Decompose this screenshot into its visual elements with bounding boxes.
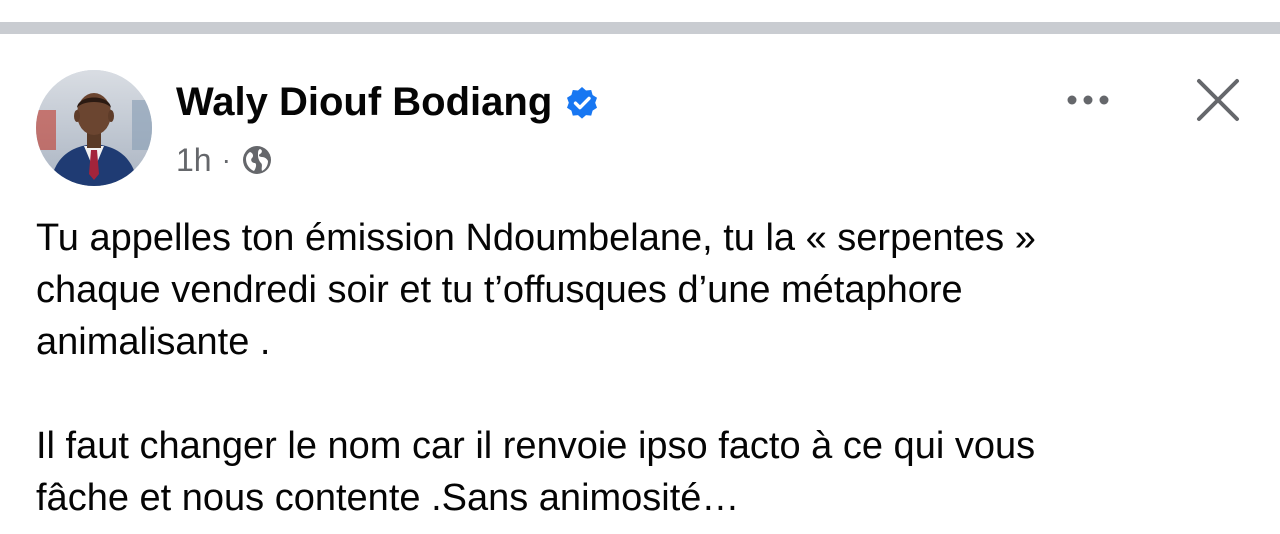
- feed-divider: [0, 22, 1280, 34]
- globe-icon[interactable]: [241, 144, 273, 176]
- author-name-text: Waly Diouf Bodiang: [176, 80, 553, 124]
- post-meta: 1h ·: [176, 140, 273, 180]
- post-body: Tu appelles ton émission Ndoumbelane, tu…: [36, 212, 1246, 524]
- avatar-image: [36, 70, 152, 186]
- author-name[interactable]: Waly Diouf Bodiang: [176, 78, 600, 126]
- meta-separator: ·: [221, 144, 231, 175]
- more-horizontal-icon: [1067, 95, 1109, 105]
- avatar[interactable]: [36, 70, 152, 186]
- post-timestamp[interactable]: 1h: [176, 142, 212, 179]
- post-paragraph: Tu appelles ton émission Ndoumbelane, tu…: [36, 217, 1036, 363]
- top-strip: [0, 0, 1280, 22]
- verified-badge-icon: [564, 84, 600, 120]
- post-paragraph: Il faut changer le nom car il renvoie ip…: [36, 425, 1036, 519]
- close-icon: [1197, 79, 1239, 121]
- post-card: Waly Diouf Bodiang 1h · Tu appelles ton …: [0, 34, 1280, 534]
- more-options-button[interactable]: [1058, 78, 1118, 122]
- close-button[interactable]: [1190, 72, 1246, 128]
